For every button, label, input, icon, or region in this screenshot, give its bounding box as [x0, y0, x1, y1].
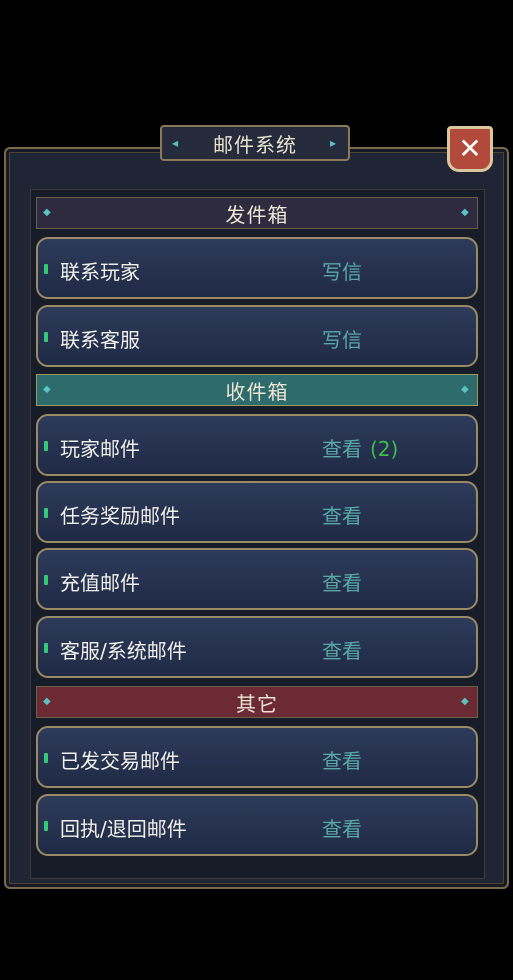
- diamond-icon: ◆: [461, 384, 469, 395]
- row-label: 充值邮件: [60, 571, 140, 595]
- diamond-icon: ◆: [43, 207, 51, 218]
- row-label: 客服/系统邮件: [60, 639, 187, 663]
- row-marker-icon: [44, 753, 48, 763]
- close-icon: ✕: [458, 132, 482, 165]
- view-button[interactable]: 查看: [322, 745, 362, 774]
- unread-count: (2): [370, 437, 399, 461]
- diamond-icon: ◆: [43, 384, 51, 395]
- row-label: 任务奖励邮件: [60, 504, 180, 528]
- title-plate: ◂ 邮件系统 ▸: [160, 125, 350, 161]
- row-label: 回执/退回邮件: [60, 817, 187, 841]
- mail-row-recharge[interactable]: 充值邮件 查看: [36, 548, 478, 610]
- section-outbox-header: ◆ 发件箱 ◆: [36, 197, 478, 229]
- row-marker-icon: [44, 821, 48, 831]
- view-button[interactable]: 查看: [322, 813, 362, 842]
- mail-row-player-mail[interactable]: 玩家邮件 查看 (2): [36, 414, 478, 476]
- row-marker-icon: [44, 575, 48, 585]
- row-marker-icon: [44, 332, 48, 342]
- row-marker-icon: [44, 508, 48, 518]
- section-inbox-label: 收件箱: [225, 379, 289, 404]
- row-label: 玩家邮件: [60, 437, 140, 461]
- diamond-icon: ◆: [43, 696, 51, 707]
- view-button[interactable]: 查看: [322, 567, 362, 596]
- row-label: 已发交易邮件: [60, 749, 180, 773]
- title-deco-left-icon: ◂: [172, 136, 179, 150]
- section-inbox-header: ◆ 收件箱 ◆: [36, 374, 478, 406]
- row-label: 联系玩家: [60, 260, 140, 284]
- diamond-icon: ◆: [461, 207, 469, 218]
- page-title: 邮件系统: [213, 132, 297, 157]
- view-button[interactable]: 查看 (2): [322, 433, 398, 462]
- mail-row-sent-trade[interactable]: 已发交易邮件 查看: [36, 726, 478, 788]
- view-button[interactable]: 查看: [322, 635, 362, 664]
- mail-row-contact-player[interactable]: 联系玩家 写信: [36, 237, 478, 299]
- view-label: 查看: [322, 437, 362, 461]
- row-marker-icon: [44, 643, 48, 653]
- mail-row-support-system[interactable]: 客服/系统邮件 查看: [36, 616, 478, 678]
- section-outbox-label: 发件箱: [225, 202, 289, 227]
- write-button[interactable]: 写信: [322, 256, 362, 285]
- close-button[interactable]: ✕: [447, 126, 493, 172]
- row-label: 联系客服: [60, 328, 140, 352]
- mail-row-contact-support[interactable]: 联系客服 写信: [36, 305, 478, 367]
- diamond-icon: ◆: [461, 696, 469, 707]
- row-marker-icon: [44, 264, 48, 274]
- section-other-header: ◆ 其它 ◆: [36, 686, 478, 718]
- row-marker-icon: [44, 441, 48, 451]
- title-deco-right-icon: ▸: [330, 136, 337, 150]
- mail-row-quest-reward[interactable]: 任务奖励邮件 查看: [36, 481, 478, 543]
- write-button[interactable]: 写信: [322, 324, 362, 353]
- view-button[interactable]: 查看: [322, 500, 362, 529]
- section-other-label: 其它: [236, 691, 278, 716]
- mail-row-receipt-return[interactable]: 回执/退回邮件 查看: [36, 794, 478, 856]
